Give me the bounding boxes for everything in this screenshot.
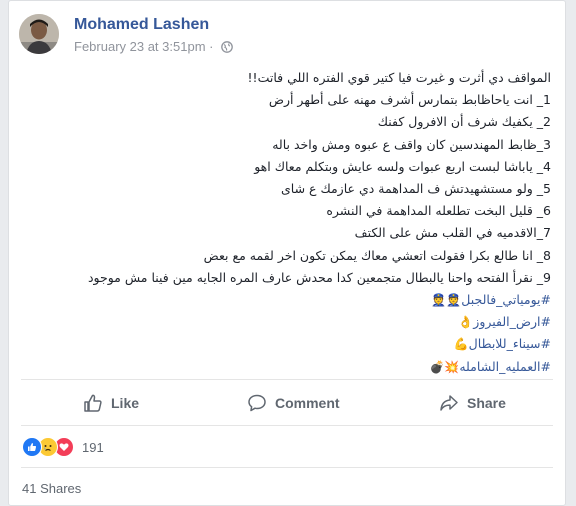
divider — [21, 467, 553, 468]
post-line: 4_ ياباشا لبست اربع عبوات ولسه عايش وبتك… — [254, 158, 551, 174]
comment-label: Comment — [275, 395, 340, 411]
hashtag-line: #العمليه_الشامله💣💥 — [51, 356, 551, 378]
ok-hand-emoji-icon: 👌 — [458, 315, 474, 330]
post-meta: February 23 at 3:51pm · — [74, 39, 233, 56]
thumbs-up-icon — [84, 394, 102, 412]
post-line: 2_ يكفيك شرف أن الافرول كفنك — [377, 114, 551, 130]
meta-separator: · — [209, 39, 214, 54]
post-line: 9_ نقرأ الفتحه واحنا يالبطال متجمعين كدا… — [87, 269, 551, 285]
flexed-biceps-emoji-icon: 💪 — [453, 337, 469, 352]
hashtag-link[interactable]: #سيناء_للابطال — [469, 336, 551, 351]
share-arrow-icon — [440, 395, 458, 411]
post-line: 8_ انا طالع بكرا فقولت اتعشي معاك يمكن ت… — [203, 247, 551, 263]
author-name[interactable]: Mohamed Lashen — [74, 16, 209, 34]
post-line: 5_ ولو مستشهيدتش ف المداهمة دي عازمك ع ش… — [280, 181, 551, 197]
action-bar: Like Comment Share — [21, 387, 553, 419]
divider — [21, 425, 553, 426]
post-line: 7_الاقدميه في القلب مش على الكتف — [354, 225, 551, 241]
divider — [21, 379, 553, 380]
hashtag-line: #ارض_الفيروز👌 — [51, 311, 551, 333]
like-icon — [22, 437, 42, 457]
post-line: المواقف دي أثرت و غيرت فيا كتير قوي الفت… — [247, 70, 551, 85]
hashtag-link[interactable]: #يومياتي_فالجبل — [461, 292, 551, 307]
reactions-summary[interactable]: 191 — [22, 437, 104, 457]
like-button[interactable]: Like — [83, 387, 139, 419]
avatar[interactable] — [19, 14, 59, 54]
hashtag-link[interactable]: #ارض_الفيروز — [473, 314, 551, 329]
bomb-emoji-icon: 💣💥 — [429, 359, 460, 374]
hashtag-line: #سيناء_للابطال💪 — [51, 333, 551, 355]
post-timestamp[interactable]: February 23 at 3:51pm — [74, 39, 206, 54]
post-line: 1_ انت ياحاظابط بتمارس أشرف مهنه على أطه… — [268, 92, 551, 108]
share-label: Share — [467, 395, 506, 411]
post-card: Mohamed Lashen February 23 at 3:51pm · ا… — [8, 0, 566, 506]
globe-icon — [221, 41, 233, 56]
comment-button[interactable]: Comment — [247, 387, 340, 419]
post-line: 6_ قليل البخت تطلعله المداهمة في النشره — [326, 203, 551, 219]
post-body: المواقف دي أثرت و غيرت فيا كتير قوي الفت… — [51, 67, 551, 378]
hashtag-link[interactable]: #العمليه_الشامله — [459, 359, 551, 374]
hashtag-line: #يومياتي_فالجبل👮👮 — [51, 289, 551, 311]
post-line: 3_ظابط المهندسين كان واقف ع عبوه ومش واخ… — [272, 136, 551, 152]
like-label: Like — [111, 395, 140, 411]
share-count[interactable]: 41 Shares — [22, 481, 81, 496]
reaction-count[interactable]: 191 — [82, 440, 104, 455]
share-button[interactable]: Share — [439, 387, 506, 419]
police-emoji-icon: 👮👮 — [431, 293, 462, 308]
comment-icon — [248, 394, 266, 412]
